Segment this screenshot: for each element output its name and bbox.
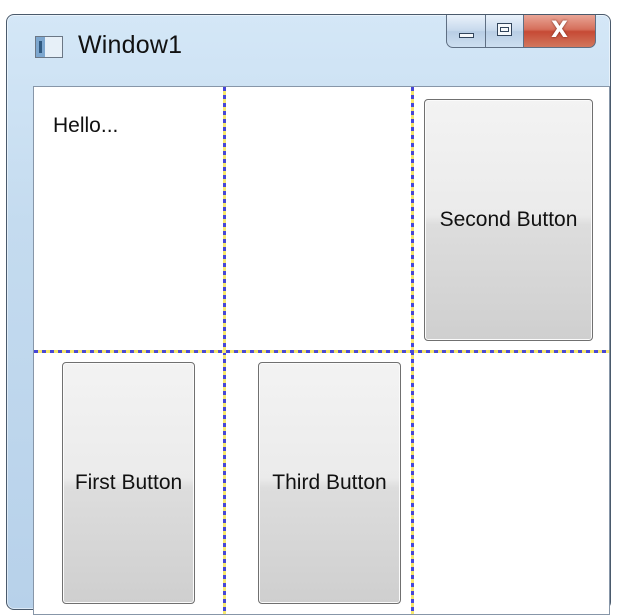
hello-text: Hello... (53, 114, 119, 137)
minimize-button[interactable] (446, 15, 486, 48)
caption-buttons: X (446, 15, 596, 51)
first-button[interactable]: First Button (62, 362, 195, 604)
third-button[interactable]: Third Button (258, 362, 401, 604)
window-title: Window1 (78, 31, 183, 59)
grid-row-divider (34, 350, 609, 353)
maximize-icon (497, 23, 512, 36)
app-window: Window1 X Hello... Second Button First B… (6, 14, 611, 615)
second-button[interactable]: Second Button (424, 99, 593, 341)
maximize-button[interactable] (486, 15, 524, 48)
window-app-icon[interactable] (35, 36, 63, 58)
close-icon: X (551, 18, 568, 43)
window-client-area: Hello... Second Button First Button Thir… (33, 86, 610, 615)
minimize-icon (459, 33, 474, 38)
close-button[interactable]: X (524, 15, 596, 48)
window-titlebar[interactable]: Window1 X (7, 15, 610, 73)
